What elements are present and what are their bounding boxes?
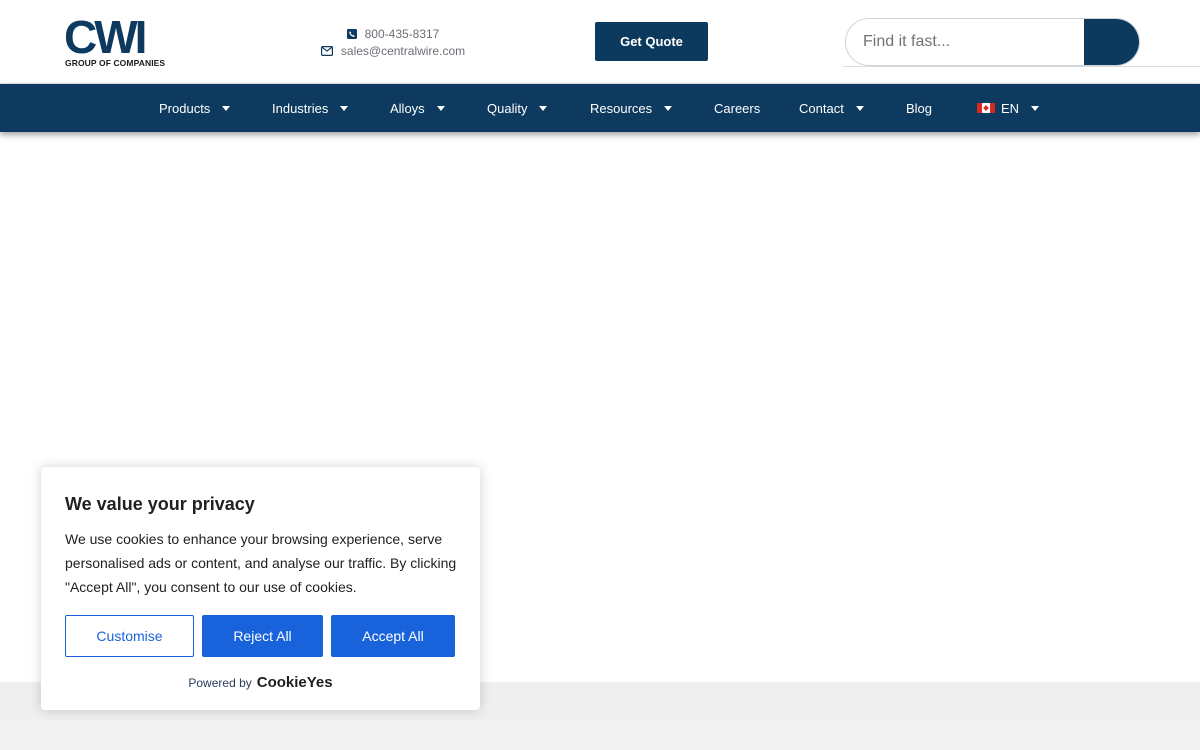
search-box [845,18,1140,66]
accept-all-button[interactable]: Accept All [331,615,455,657]
caret-down-icon [855,105,864,111]
nav-label: Contact [799,100,844,116]
nav-label: Resources [590,100,653,116]
get-quote-button[interactable]: Get Quote [595,22,708,61]
nav-item-contact[interactable]: Contact [799,84,864,132]
nav-label: Blog [906,100,933,116]
nav-item-careers[interactable]: Careers [714,84,760,132]
search-input[interactable] [846,19,1086,65]
nav-item-quality[interactable]: Quality [487,84,548,132]
powered-by-label: Powered by [188,675,252,690]
caret-down-icon [664,105,673,111]
nav-label: Products [159,100,211,116]
logo-subtitle: GROUP OF COMPANIES [65,58,166,68]
nav-item-resources[interactable]: Resources [590,84,673,132]
search-button[interactable] [1084,19,1139,65]
site-header: CWI GROUP OF COMPANIES 800-435-8317 sale… [0,0,1200,84]
phone-icon [346,28,357,39]
nav-item-blog[interactable]: Blog [906,84,932,132]
cookie-description: We use cookies to enhance your browsing … [65,531,457,595]
nav-label: Careers [714,100,761,116]
envelope-icon [320,45,333,56]
email-link[interactable]: sales@centralwire.com [313,42,473,59]
email-address: sales@centralwire.com [340,43,466,58]
caret-down-icon [436,105,445,111]
caret-down-icon [1031,105,1040,111]
caret-down-icon [539,105,548,111]
nav-item-alloys[interactable]: Alloys [390,84,445,132]
cookie-title: We value your privacy [65,494,255,514]
phone-link[interactable]: 800-435-8317 [313,25,473,42]
header-divider [843,66,1200,67]
caret-down-icon [222,105,231,111]
caret-down-icon [340,105,349,111]
nav-item-products[interactable]: Products [159,84,231,132]
customise-button[interactable]: Customise [65,615,194,657]
powered-by: Powered by CookieYes [41,674,480,691]
cookie-consent-dialog: We value your privacy We use cookies to … [41,467,480,710]
nav-label: Industries [272,100,329,116]
contact-info: 800-435-8317 sales@centralwire.com [313,25,473,59]
canada-flag-icon [977,103,995,113]
nav-label: Quality [487,100,528,116]
reject-all-button[interactable]: Reject All [202,615,323,657]
phone-number: 800-435-8317 [364,26,440,41]
nav-item-industries[interactable]: Industries [272,84,349,132]
page: CWI GROUP OF COMPANIES 800-435-8317 sale… [0,0,1200,750]
main-nav: Products Industries Alloys Quality Resou… [0,84,1200,132]
language-label: EN [1001,100,1020,116]
language-selector[interactable]: EN [977,84,1040,132]
nav-label: Alloys [390,100,425,116]
cookieyes-logo[interactable]: CookieYes [257,674,333,691]
svg-text:CWI: CWI [64,15,145,63]
